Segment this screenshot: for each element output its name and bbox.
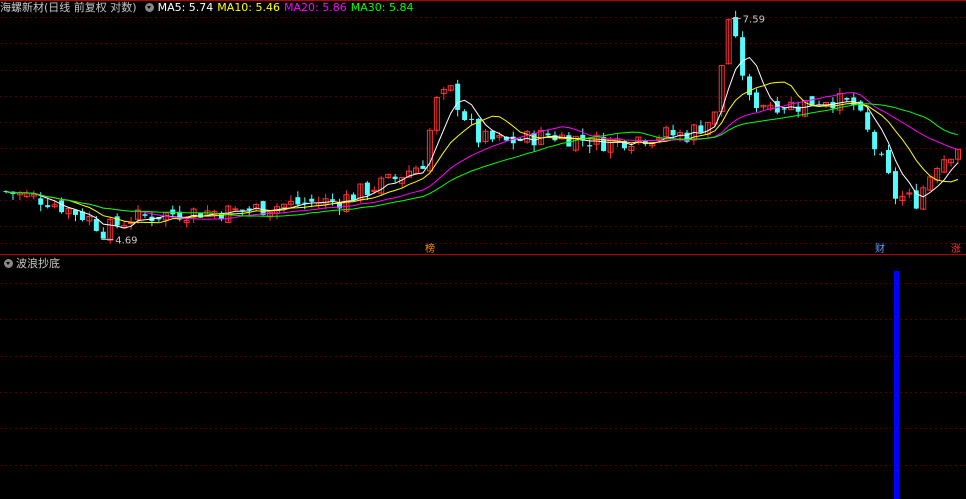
candle-body-down [670, 129, 676, 136]
candle-body-down [489, 130, 495, 140]
candle-body-down [740, 37, 746, 76]
candle-body-down [865, 112, 871, 130]
ma5-line [5, 56, 959, 229]
candle-body-down [93, 219, 99, 231]
event-badge-1: 财 [875, 242, 885, 255]
candle-body-down [420, 165, 426, 169]
event-badge-0: 榜 [425, 242, 435, 255]
candle-body-down [462, 111, 468, 121]
candle-body-down [392, 176, 398, 180]
candle-body-down [364, 182, 370, 196]
event-badge-2: 涨 [951, 243, 961, 255]
candle-body-down [100, 231, 106, 239]
candle-body-down [295, 197, 301, 205]
candle-body-down [747, 76, 753, 96]
candle-body-down [566, 135, 572, 147]
candle-body-down [455, 83, 461, 110]
low-label: 4.69 [115, 235, 137, 246]
candle-body-down [38, 198, 44, 205]
candle-body-down [142, 214, 148, 216]
candle-body-down [698, 125, 704, 133]
candle-body-down [260, 201, 266, 216]
candle-body-down [830, 101, 836, 109]
candle-body-down [892, 171, 898, 199]
candle-body-down [879, 153, 885, 155]
candle-body-down [886, 149, 892, 173]
candlestick-chart: 7.59 4.69 榜 财 涨 [0, 0, 966, 499]
candle-body-down [733, 17, 739, 37]
candle-body-down [59, 200, 65, 213]
ma10-line [5, 81, 959, 224]
candle-body-down [330, 199, 336, 201]
candle-body-down [545, 133, 551, 136]
candle-body-down [114, 216, 120, 226]
indicator-signal-bar [894, 271, 899, 499]
candle-body-down [531, 132, 537, 146]
candle-body-down [781, 108, 787, 110]
candle-body-down [469, 118, 475, 120]
candle-body-down [239, 209, 245, 211]
candle-body-down [872, 131, 878, 150]
candle-body-down [587, 145, 593, 147]
high-label: 7.59 [743, 14, 765, 25]
candle-body-down [198, 213, 204, 218]
candle-body-down [753, 92, 759, 109]
candle-body-down [309, 198, 315, 202]
candle-body-down [844, 97, 850, 100]
candle-body-up [232, 208, 239, 211]
candle-body-down [45, 205, 51, 208]
